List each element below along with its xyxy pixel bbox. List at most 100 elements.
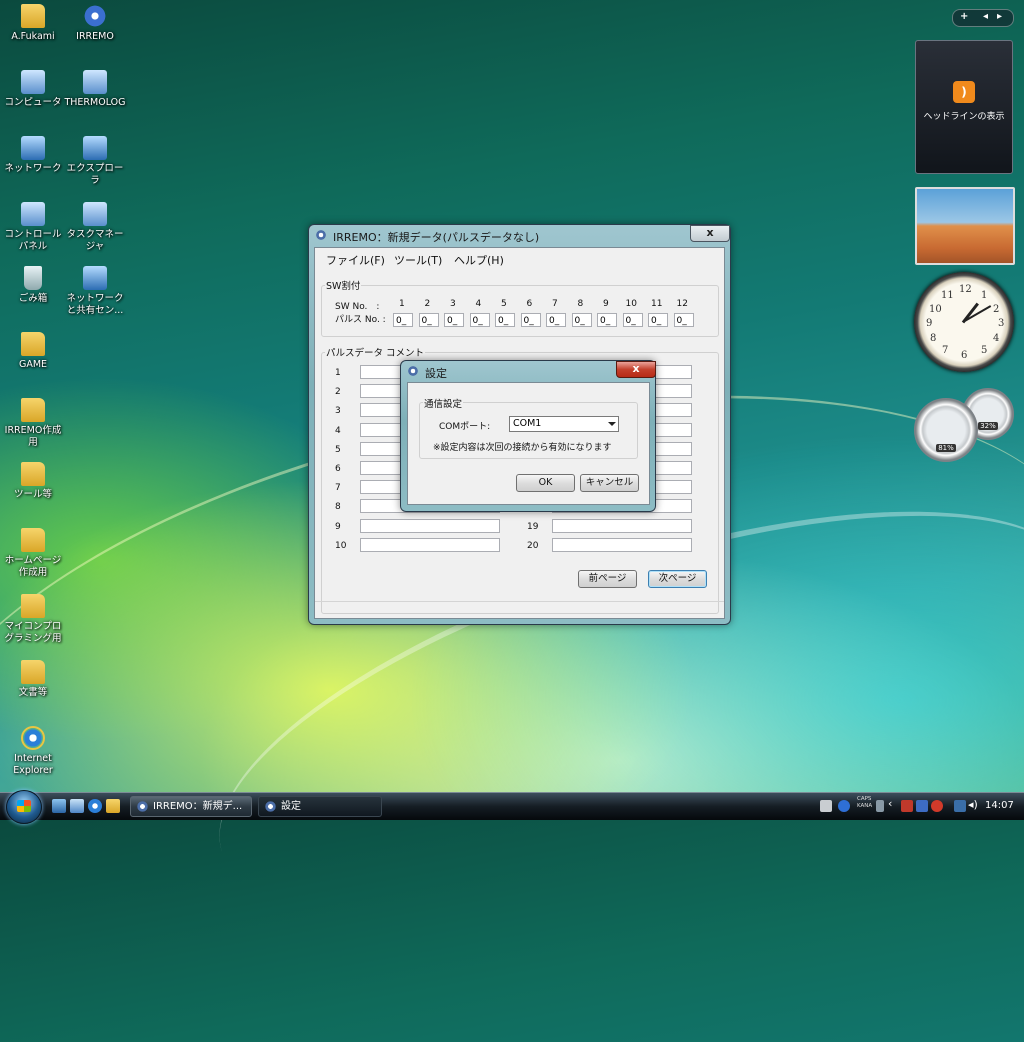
recycle-bin-icon: [24, 266, 42, 290]
pulse-number-field[interactable]: 0_: [597, 313, 617, 327]
desktop-icon-game[interactable]: GAME: [0, 332, 66, 371]
irremo-app-icon: [315, 229, 327, 241]
switch-windows-icon[interactable]: [70, 799, 84, 813]
help-icon[interactable]: [838, 800, 850, 812]
desktop-icon-thermolog[interactable]: THERMOLOG: [62, 70, 128, 109]
blocked-icon[interactable]: [931, 800, 943, 812]
close-button[interactable]: x: [690, 225, 730, 242]
desktop-icon-computer[interactable]: コンピュータ: [0, 70, 66, 109]
windows-logo-icon: [17, 800, 31, 812]
computer-icon: [21, 70, 45, 94]
desktop-icon-irremo[interactable]: IRREMO: [62, 4, 128, 43]
comment-row-number: 6: [335, 464, 341, 474]
pulse-number-field[interactable]: 0_: [546, 313, 566, 327]
clock-number: 9: [926, 318, 933, 329]
desktop-icon-network[interactable]: ネットワーク: [0, 136, 66, 175]
cancel-button[interactable]: キャンセル: [580, 474, 639, 492]
quicklaunch-app-icon[interactable]: [106, 799, 120, 813]
security-alert-icon[interactable]: [901, 800, 913, 812]
comment-row-number: 19: [527, 521, 539, 532]
memory-percent: 32%: [978, 422, 998, 430]
comment-field[interactable]: [552, 537, 692, 552]
folder-icon: [21, 594, 45, 618]
comment-row-number: 20: [527, 540, 539, 551]
desktop-icon-tools[interactable]: ツール等: [0, 462, 66, 501]
network-tray-icon[interactable]: [954, 800, 966, 812]
taskbar-clock[interactable]: 14:07: [985, 800, 1014, 811]
window-title: IRREMO：新規データ(パルスデータなし): [333, 231, 540, 244]
pulse-number-field[interactable]: 0_: [673, 313, 694, 327]
pulse-number-field[interactable]: 0_: [393, 313, 413, 327]
com-port-label: COMポート:: [439, 422, 491, 432]
menu-file[interactable]: ファイル(F): [326, 252, 385, 268]
desktop-icon-control-panel[interactable]: コントロール パネル: [0, 202, 66, 253]
clock-number: 6: [961, 350, 968, 361]
internet-explorer-icon: [21, 726, 45, 750]
internet-explorer-icon[interactable]: [88, 799, 102, 813]
pulse-no-label: パルス No. :: [335, 315, 386, 325]
desktop-icon-a-fukami[interactable]: A.Fukami: [0, 4, 66, 43]
menu-tools[interactable]: ツール(T): [394, 252, 442, 268]
feed-headlines-gadget[interactable]: ) ヘッドラインの表示: [915, 40, 1013, 174]
sw-number: 11: [651, 299, 663, 309]
desktop-icon-homepage[interactable]: ホームページ 作成用: [0, 528, 66, 579]
show-desktop-icon[interactable]: [52, 799, 66, 813]
desktop-icon-explorer[interactable]: エクスプローラ: [62, 136, 128, 187]
pulse-number-field[interactable]: 0_: [520, 313, 541, 327]
comment-row-number: 2: [335, 387, 341, 398]
desktop-icon-internet-explorer[interactable]: Internet Explorer: [0, 726, 66, 777]
folder-icon: [21, 462, 45, 486]
language-bar-icon[interactable]: [916, 800, 928, 812]
menu-help[interactable]: ヘルプ(H): [454, 252, 504, 268]
clock-number: 8: [930, 333, 937, 344]
clock-number: 5: [981, 345, 988, 356]
rss-icon: ): [953, 81, 975, 103]
comment-field[interactable]: [552, 518, 692, 533]
ok-button[interactable]: OK: [516, 474, 575, 492]
pulse-number-field[interactable]: 0_: [622, 313, 643, 327]
clock-number: 3: [998, 318, 1005, 329]
next-gadget-button[interactable]: ▸: [997, 11, 1002, 22]
desktop-icon-micom[interactable]: マイコンプロ グラミング用: [0, 594, 66, 645]
prev-gadget-button[interactable]: ◂: [983, 11, 988, 22]
clock-number: 12: [959, 284, 972, 295]
sw-number: 7: [552, 299, 558, 309]
show-hidden-icons-chevron[interactable]: ‹: [888, 797, 900, 810]
volume-icon[interactable]: ◂): [968, 798, 980, 811]
taskbar-button-settings[interactable]: 設定: [258, 796, 382, 817]
gear-app-icon: [83, 4, 107, 28]
clock-number: 10: [929, 304, 942, 315]
pulse-number-field[interactable]: 0_: [444, 313, 464, 327]
close-button[interactable]: x: [616, 361, 656, 378]
comment-field[interactable]: [360, 537, 500, 552]
desktop-icon-recycle-bin[interactable]: ごみ箱: [0, 266, 66, 305]
desktop-icon-irremo-folder[interactable]: IRREMO作成 用: [0, 398, 66, 449]
ime-pen-icon[interactable]: [876, 800, 884, 812]
slideshow-gadget[interactable]: [915, 187, 1015, 265]
prev-page-button[interactable]: 前ページ: [578, 570, 637, 588]
com-port-dropdown[interactable]: COM1: [509, 416, 619, 432]
folder-icon: [21, 398, 45, 422]
control-panel-icon: [21, 202, 45, 226]
desktop-icon-task-manager[interactable]: タスクマネー ジャ: [62, 202, 128, 253]
comment-row-number: 4: [335, 425, 341, 436]
pulse-number-field[interactable]: 0_: [469, 313, 490, 327]
network-icon: [21, 136, 45, 160]
com-port-value: COM1: [513, 418, 542, 429]
comment-group-label: パルスデータ コメント: [325, 345, 426, 359]
dialog-client-area: 通信設定 COMポート: COM1 ※設定内容は次回の接続から有効になります O…: [407, 382, 650, 505]
pulse-number-field[interactable]: 0_: [418, 313, 439, 327]
keyboard-icon[interactable]: [820, 800, 832, 812]
clock-gadget: 12 1 2 3 4 5 6 7 8 9 10 11: [914, 272, 1014, 372]
comment-field[interactable]: [360, 518, 500, 533]
task-manager-icon: [83, 202, 107, 226]
pulse-number-field[interactable]: 0_: [648, 313, 668, 327]
pulse-number-field[interactable]: 0_: [495, 313, 515, 327]
taskbar-button-irremo[interactable]: IRREMO：新規デ...: [130, 796, 252, 817]
desktop-icon-network-sharing[interactable]: ネットワーク と共有セン...: [62, 266, 128, 317]
pulse-number-field[interactable]: 0_: [571, 313, 592, 327]
desktop-icon-documents[interactable]: 文書等: [0, 660, 66, 699]
next-page-button[interactable]: 次ページ: [648, 570, 707, 588]
feed-label: ヘッドラインの表示: [923, 112, 1005, 122]
add-gadget-button[interactable]: +: [960, 11, 968, 22]
